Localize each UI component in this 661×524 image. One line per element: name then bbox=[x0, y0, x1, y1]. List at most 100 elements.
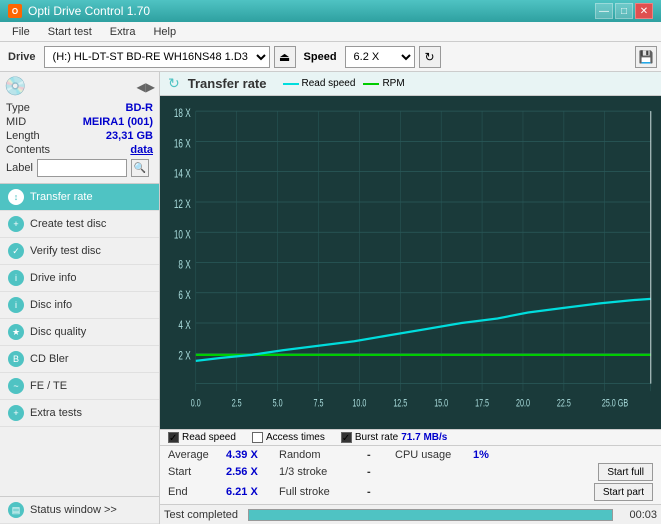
nav-create-test-disc-label: Create test disc bbox=[30, 218, 106, 230]
svg-text:8 X: 8 X bbox=[178, 259, 190, 272]
stats-row-start: Start 2.56 X 1/3 stroke - Start full bbox=[160, 462, 661, 482]
menu-file[interactable]: File bbox=[4, 24, 38, 40]
start-full-button[interactable]: Start full bbox=[598, 463, 653, 481]
menu-start-test[interactable]: Start test bbox=[40, 24, 100, 40]
drive-select[interactable]: (H:) HL-DT-ST BD-RE WH16NS48 1.D3 bbox=[44, 46, 270, 68]
stats-row-average: Average 4.39 X Random - CPU usage 1% bbox=[160, 448, 661, 462]
legend: Read speed RPM bbox=[283, 78, 405, 89]
disc-expand-icon[interactable]: ◀▶ bbox=[137, 80, 155, 94]
svg-text:2 X: 2 X bbox=[178, 350, 190, 363]
access-times-checkbox[interactable] bbox=[252, 432, 263, 443]
svg-text:18 X: 18 X bbox=[174, 108, 191, 121]
svg-text:10 X: 10 X bbox=[174, 229, 191, 242]
stroke-1-3-label: 1/3 stroke bbox=[279, 466, 359, 478]
svg-text:7.5: 7.5 bbox=[314, 397, 324, 409]
minimize-button[interactable]: — bbox=[595, 3, 613, 19]
stroke-1-3-value: - bbox=[367, 466, 387, 478]
nav-extra-tests-label: Extra tests bbox=[30, 407, 82, 419]
chart-svg: 18 X 16 X 14 X 12 X 10 X 8 X 6 X 4 X 2 X… bbox=[160, 96, 661, 429]
drive-label: Drive bbox=[4, 51, 40, 63]
verify-test-disc-icon: ✓ bbox=[8, 243, 24, 259]
average-value: 4.39 X bbox=[226, 449, 271, 461]
drive-info-icon: i bbox=[8, 270, 24, 286]
bottom-burst-rate[interactable]: ✓ Burst rate 71.7 MB/s bbox=[341, 432, 448, 443]
app-title: Opti Drive Control 1.70 bbox=[28, 4, 150, 18]
nav-cd-bler-label: CD Bler bbox=[30, 353, 69, 365]
disc-icon: 💿 bbox=[4, 76, 26, 97]
menu-help[interactable]: Help bbox=[145, 24, 184, 40]
start-label: Start bbox=[168, 466, 218, 478]
label-input[interactable] bbox=[37, 159, 127, 177]
nav-fe-te[interactable]: ~ FE / TE bbox=[0, 373, 159, 400]
title-bar: O Opti Drive Control 1.70 — □ ✕ bbox=[0, 0, 661, 22]
save-button[interactable]: 💾 bbox=[635, 46, 657, 68]
nav-disc-quality-label: Disc quality bbox=[30, 326, 86, 338]
disc-type-row: Type BD-R bbox=[4, 101, 155, 115]
svg-text:2.5: 2.5 bbox=[232, 397, 242, 409]
burst-rate-checkbox[interactable]: ✓ bbox=[341, 432, 352, 443]
svg-text:22.5: 22.5 bbox=[557, 397, 571, 409]
svg-text:6 X: 6 X bbox=[178, 289, 190, 302]
nav-disc-info[interactable]: i Disc info bbox=[0, 292, 159, 319]
nav-disc-info-label: Disc info bbox=[30, 299, 72, 311]
bottom-read-speed-label: Read speed bbox=[182, 432, 236, 443]
contents-value[interactable]: data bbox=[130, 144, 153, 156]
random-label: Random bbox=[279, 449, 359, 461]
label-icon-button[interactable]: 🔍 bbox=[131, 159, 149, 177]
disc-label-row: Label 🔍 bbox=[4, 157, 155, 179]
main-content: 💿 ◀▶ Type BD-R MID MEIRA1 (001) Length 2… bbox=[0, 72, 661, 524]
disc-length-row: Length 23,31 GB bbox=[4, 129, 155, 143]
menu-extra[interactable]: Extra bbox=[102, 24, 144, 40]
mid-value: MEIRA1 (001) bbox=[83, 116, 153, 128]
stats-section: Average 4.39 X Random - CPU usage 1% Sta… bbox=[160, 445, 661, 504]
start-part-button[interactable]: Start part bbox=[594, 483, 653, 501]
legend-read-speed-color bbox=[283, 83, 299, 85]
svg-text:0.0: 0.0 bbox=[191, 397, 201, 409]
speed-select[interactable]: 6.2 X Max 4.0 X 2.0 X bbox=[345, 46, 415, 68]
cpu-usage-label: CPU usage bbox=[395, 449, 465, 461]
nav-create-test-disc[interactable]: + Create test disc bbox=[0, 211, 159, 238]
nav-menu: ↕ Transfer rate + Create test disc ✓ Ver… bbox=[0, 184, 159, 496]
read-speed-checkbox[interactable]: ✓ bbox=[168, 432, 179, 443]
bottom-read-speed[interactable]: ✓ Read speed bbox=[168, 432, 236, 443]
type-label: Type bbox=[6, 102, 30, 114]
svg-text:14 X: 14 X bbox=[174, 168, 191, 181]
chart-header: ↻ Transfer rate Read speed RPM bbox=[160, 72, 661, 96]
svg-text:5.0: 5.0 bbox=[273, 397, 283, 409]
svg-text:17.5: 17.5 bbox=[475, 397, 489, 409]
end-value: 6.21 X bbox=[226, 486, 271, 498]
nav-disc-quality[interactable]: ★ Disc quality bbox=[0, 319, 159, 346]
fe-te-icon: ~ bbox=[8, 378, 24, 394]
legend-read-speed-label: Read speed bbox=[302, 78, 356, 89]
nav-cd-bler[interactable]: B CD Bler bbox=[0, 346, 159, 373]
type-value: BD-R bbox=[126, 102, 154, 114]
stats-row-end: End 6.21 X Full stroke - Start part bbox=[160, 482, 661, 502]
progress-fill bbox=[249, 510, 612, 520]
disc-label-label: Label bbox=[6, 162, 33, 174]
status-window-icon: ▤ bbox=[8, 502, 24, 518]
close-button[interactable]: ✕ bbox=[635, 3, 653, 19]
mid-label: MID bbox=[6, 116, 26, 128]
app-icon: O bbox=[8, 4, 22, 18]
refresh-button[interactable]: ↻ bbox=[419, 46, 441, 68]
chart-bottom-legend: ✓ Read speed Access times ✓ Burst rate 7… bbox=[160, 429, 661, 445]
status-bar: Test completed 00:03 bbox=[160, 504, 661, 524]
maximize-button[interactable]: □ bbox=[615, 3, 633, 19]
nav-extra-tests[interactable]: + Extra tests bbox=[0, 400, 159, 427]
nav-drive-info[interactable]: i Drive info bbox=[0, 265, 159, 292]
legend-read-speed: Read speed bbox=[283, 78, 356, 89]
nav-drive-info-label: Drive info bbox=[30, 272, 76, 284]
cpu-usage-value: 1% bbox=[473, 449, 503, 461]
nav-fe-te-label: FE / TE bbox=[30, 380, 67, 392]
content-area: ↻ Transfer rate Read speed RPM bbox=[160, 72, 661, 524]
bottom-access-times-label: Access times bbox=[266, 432, 325, 443]
eject-button[interactable]: ⏏ bbox=[274, 46, 296, 68]
extra-tests-icon: + bbox=[8, 405, 24, 421]
status-window-item[interactable]: ▤ Status window >> bbox=[0, 497, 159, 524]
svg-text:4 X: 4 X bbox=[178, 320, 190, 333]
disc-mid-row: MID MEIRA1 (001) bbox=[4, 115, 155, 129]
nav-verify-test-disc[interactable]: ✓ Verify test disc bbox=[0, 238, 159, 265]
bottom-access-times[interactable]: Access times bbox=[252, 432, 325, 443]
length-label: Length bbox=[6, 130, 40, 142]
nav-transfer-rate[interactable]: ↕ Transfer rate bbox=[0, 184, 159, 211]
